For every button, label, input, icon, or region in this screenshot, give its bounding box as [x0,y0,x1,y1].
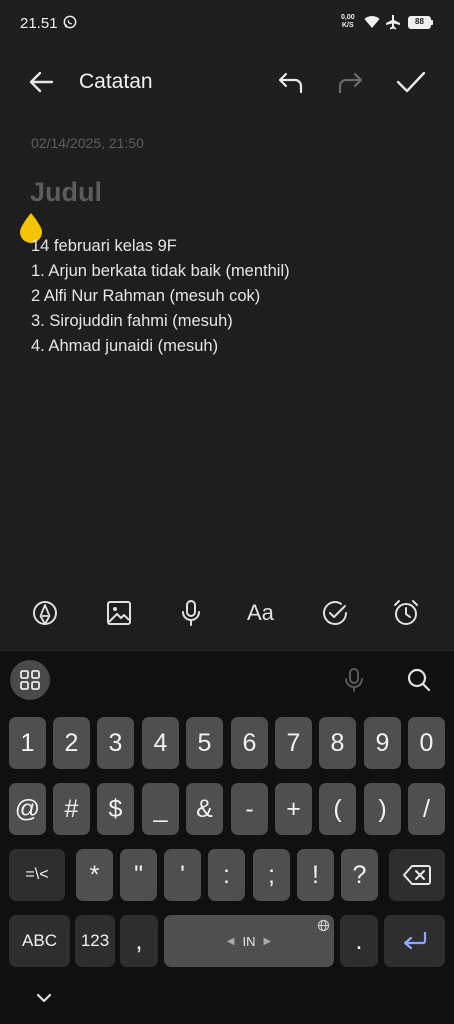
battery-tip [431,20,433,25]
key-plus[interactable]: + [275,783,312,835]
key-2[interactable]: 2 [53,717,90,769]
key-dollar[interactable]: $ [97,783,134,835]
check-icon[interactable] [394,66,428,98]
key-slash[interactable]: / [408,783,445,835]
space-left-arrow-icon: ◀ [226,935,235,947]
note-line: 1. Arjun berkata tidak baik (menthil) [31,262,290,280]
whatsapp-icon [63,15,77,29]
key-3[interactable]: 3 [97,717,134,769]
key-4[interactable]: 4 [142,717,179,769]
pen-icon[interactable] [30,598,60,628]
space-key[interactable]: ◀ IN ▶ [164,915,334,967]
editor-toolbar: Aa [0,590,454,638]
enter-icon [403,931,426,950]
abc-key[interactable]: ABC [9,915,70,967]
note-line: 3. Sirojuddin fahmi (mesuh) [31,312,233,330]
keyboard-mic-icon[interactable] [340,666,368,694]
alarm-icon[interactable] [391,598,421,628]
key-5[interactable]: 5 [186,717,223,769]
key-0[interactable]: 0 [408,717,445,769]
key-6[interactable]: 6 [231,717,268,769]
note-line: 2 Alfi Nur Rahman (mesuh cok) [31,287,261,305]
key-underscore[interactable]: _ [142,783,179,835]
note-title-field[interactable]: Judul [30,177,102,208]
key-more-symbols[interactable]: =\< [9,849,65,901]
page-title: Catatan [79,70,153,93]
keyboard-toolbar [0,651,454,707]
backspace-icon [403,865,431,885]
key-double-quote[interactable]: " [120,849,157,901]
enter-key[interactable] [384,915,445,967]
note-body-field[interactable]: 14 februari kelas 9F 1. Arjun berkata ti… [31,234,431,359]
key-paren-close[interactable]: ) [364,783,401,835]
key-colon[interactable]: : [208,849,245,901]
network-speed-unit: K/S [341,22,354,29]
note-line: 4. Ahmad junaidi (mesuh) [31,337,219,355]
key-exclamation[interactable]: ! [297,849,334,901]
checklist-icon[interactable] [320,598,350,628]
network-speed-value: 0,00 [341,14,355,21]
image-icon[interactable] [104,598,134,628]
back-arrow-icon[interactable] [26,66,58,98]
battery-icon: 88 [408,16,431,29]
key-semicolon[interactable]: ; [253,849,290,901]
numbers-key[interactable]: 123 [75,915,115,967]
hide-keyboard-chevron-icon[interactable] [34,988,54,1008]
status-time: 21.51 [20,15,58,32]
key-minus[interactable]: - [231,783,268,835]
redo-icon[interactable] [334,66,366,98]
microphone-icon[interactable] [176,598,206,628]
app-header: Catatan [0,56,454,108]
key-8[interactable]: 8 [319,717,356,769]
key-1[interactable]: 1 [9,717,46,769]
key-question[interactable]: ? [341,849,378,901]
comma-key[interactable]: , [120,915,158,967]
soft-keyboard: 1 2 3 4 5 6 7 8 9 0 @ # $ _ & - + ( ) / … [0,651,454,1024]
airplane-icon [386,15,400,30]
key-9[interactable]: 9 [364,717,401,769]
text-format-icon[interactable]: Aa [247,598,281,628]
wifi-icon [364,16,380,28]
note-line: 14 februari kelas 9F [31,237,177,255]
key-paren-open[interactable]: ( [319,783,356,835]
key-hash[interactable]: # [53,783,90,835]
note-date: 02/14/2025, 21:50 [31,135,144,151]
key-at[interactable]: @ [9,783,46,835]
network-speed: 0,00 K/S [341,14,355,30]
keyboard-menu-button[interactable] [10,660,50,700]
globe-icon [317,919,330,932]
key-asterisk[interactable]: * [76,849,113,901]
status-bar: 21.51 0,00 K/S 88 [0,0,454,48]
key-7[interactable]: 7 [275,717,312,769]
key-ampersand[interactable]: & [186,783,223,835]
space-right-arrow-icon: ▶ [263,935,272,947]
keyboard-search-icon[interactable] [404,665,434,695]
backspace-key[interactable] [389,849,445,901]
grid-icon [20,670,40,690]
space-language-label: IN [242,933,256,949]
undo-icon[interactable] [275,66,307,98]
period-key[interactable]: . [340,915,378,967]
key-single-quote[interactable]: ' [164,849,201,901]
